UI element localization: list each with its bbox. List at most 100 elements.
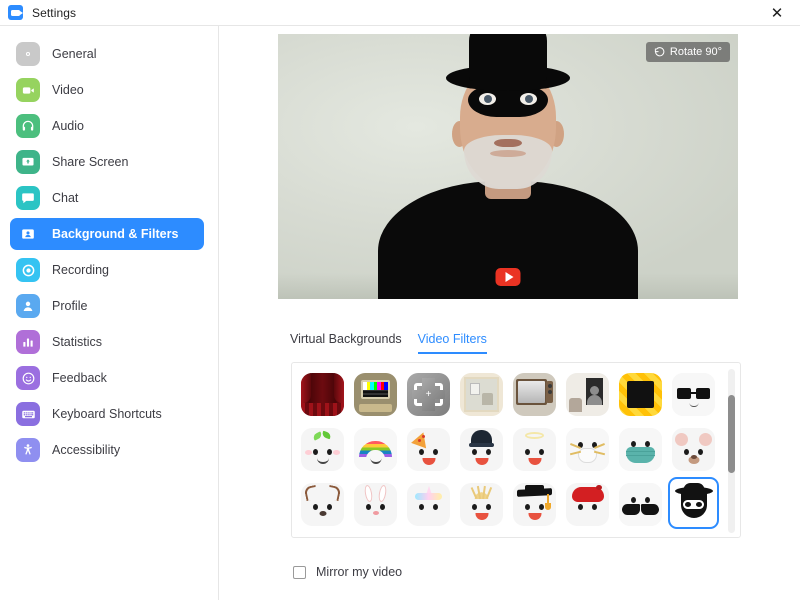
sidebar-item-keyboard-shortcuts[interactable]: Keyboard Shortcuts bbox=[10, 398, 204, 430]
filter-tile-mouse[interactable] bbox=[668, 422, 719, 477]
filter-tile-theater-curtains[interactable] bbox=[297, 367, 348, 422]
filter-tile-sunglasses[interactable] bbox=[668, 367, 719, 422]
wheat-icon bbox=[460, 483, 503, 526]
sidebar-item-general[interactable]: General bbox=[10, 38, 204, 70]
sidebar-item-chat[interactable]: Chat bbox=[10, 182, 204, 214]
gear-icon bbox=[16, 42, 40, 66]
filter-tile-filter-28[interactable] bbox=[456, 532, 507, 537]
filter-tile-unicorn[interactable] bbox=[403, 477, 454, 532]
filter-tile-focus-frame[interactable]: + bbox=[403, 367, 454, 422]
sidebar-item-feedback[interactable]: Feedback bbox=[10, 362, 204, 394]
filter-tile-mustache[interactable] bbox=[615, 477, 666, 532]
filter-tile-rainbow[interactable] bbox=[350, 422, 401, 477]
retro-tv-icon bbox=[354, 373, 397, 416]
filter-tile-retro-tv[interactable] bbox=[350, 367, 401, 422]
pizza-icon bbox=[407, 428, 450, 471]
filter-tile-emoji-frame[interactable] bbox=[615, 367, 666, 422]
person-frame-icon bbox=[16, 222, 40, 246]
video-preview[interactable]: Rotate 90° bbox=[278, 34, 738, 299]
rabbit-icon bbox=[354, 483, 397, 526]
record-circle-icon bbox=[16, 258, 40, 282]
mouse-icon bbox=[672, 428, 715, 471]
sidebar-item-audio[interactable]: Audio bbox=[10, 110, 204, 142]
sprout-icon bbox=[301, 428, 344, 471]
filter-tile-filter-30[interactable] bbox=[562, 532, 613, 537]
filter-tile-filter-29[interactable] bbox=[509, 532, 560, 537]
filter-tile-filter-27[interactable] bbox=[403, 532, 454, 537]
grad-cap-icon bbox=[513, 483, 556, 526]
reindeer-icon bbox=[301, 483, 344, 526]
sidebar-item-video[interactable]: Video bbox=[10, 74, 204, 106]
filter-tile-pizza[interactable] bbox=[403, 422, 454, 477]
sidebar-item-label: Accessibility bbox=[52, 443, 121, 457]
focus-frame-icon: + bbox=[407, 373, 450, 416]
tab-virtual-backgrounds[interactable]: Virtual Backgrounds bbox=[290, 332, 402, 354]
sidebar-item-label: General bbox=[52, 47, 97, 61]
person-mouth bbox=[494, 139, 522, 147]
filter-tile-bandit[interactable] bbox=[668, 477, 719, 529]
sidebar-item-statistics[interactable]: Statistics bbox=[10, 326, 204, 358]
title-bar: Settings ✕ bbox=[0, 0, 800, 25]
filter-tile-graduation-cap[interactable] bbox=[509, 477, 560, 532]
sidebar-item-accessibility[interactable]: Accessibility bbox=[10, 434, 204, 466]
smiley-icon bbox=[16, 366, 40, 390]
zoom-video-icon bbox=[8, 5, 23, 20]
sidebar-item-label: Audio bbox=[52, 119, 84, 133]
camera-icon bbox=[16, 78, 40, 102]
rotate-90-button[interactable]: Rotate 90° bbox=[645, 42, 730, 62]
filter-tile-respirator-mask[interactable] bbox=[562, 422, 613, 477]
mustache-icon bbox=[619, 483, 662, 526]
filter-tile-picture-frame[interactable] bbox=[456, 367, 507, 422]
bandit-icon bbox=[672, 481, 715, 525]
person-icon bbox=[16, 294, 40, 318]
filter-tile-filter-32[interactable] bbox=[668, 532, 719, 537]
video-filters-grid: + bbox=[297, 367, 721, 537]
mirror-my-video-row[interactable]: Mirror my video bbox=[293, 565, 402, 579]
mirror-my-video-checkbox[interactable] bbox=[293, 565, 306, 579]
surgical-mask-icon bbox=[619, 428, 662, 471]
accessibility-icon bbox=[16, 438, 40, 462]
sunglasses-icon bbox=[672, 373, 715, 416]
sidebar-item-label: Chat bbox=[52, 191, 79, 205]
sidebar-item-label: Share Screen bbox=[52, 155, 129, 169]
rainbow-icon bbox=[354, 428, 397, 471]
vintage-tv-icon bbox=[513, 373, 556, 416]
filter-tile-rabbit[interactable] bbox=[350, 477, 401, 532]
filter-tile-filter-25[interactable] bbox=[297, 532, 348, 537]
unicorn-icon bbox=[407, 483, 450, 526]
filter-tile-vintage-tv[interactable] bbox=[509, 367, 560, 422]
sidebar-item-label: Recording bbox=[52, 263, 109, 277]
beanie-icon bbox=[460, 428, 503, 471]
sidebar-item-recording[interactable]: Recording bbox=[10, 254, 204, 286]
sidebar-item-share-screen[interactable]: Share Screen bbox=[10, 146, 204, 178]
close-icon[interactable]: ✕ bbox=[754, 0, 800, 25]
share-screen-icon bbox=[16, 150, 40, 174]
window-title: Settings bbox=[32, 5, 77, 20]
filters-scrollbar[interactable] bbox=[728, 369, 735, 533]
fedora-crown-overlay bbox=[469, 34, 547, 81]
sidebar-item-label: Background & Filters bbox=[52, 227, 179, 241]
person-mouth-shadow bbox=[490, 150, 526, 157]
filter-tile-filter-26[interactable] bbox=[350, 532, 401, 537]
filters-scrollbar-thumb[interactable] bbox=[728, 395, 735, 473]
filter-tile-sprout[interactable] bbox=[297, 422, 348, 477]
tab-video-filters[interactable]: Video Filters bbox=[417, 332, 487, 354]
filter-tile-halo[interactable] bbox=[509, 422, 560, 477]
bar-chart-icon bbox=[16, 330, 40, 354]
halo-icon bbox=[513, 428, 556, 471]
rotate-90-label: Rotate 90° bbox=[669, 46, 722, 58]
filter-tile-reindeer[interactable] bbox=[297, 477, 348, 532]
filter-tile-beret[interactable] bbox=[562, 477, 613, 532]
sidebar-item-profile[interactable]: Profile bbox=[10, 290, 204, 322]
filter-tile-filter-31[interactable] bbox=[615, 532, 666, 537]
filter-tile-beanie[interactable] bbox=[456, 422, 507, 477]
filter-tile-gallery-wall[interactable] bbox=[562, 367, 613, 422]
chat-bubble-icon bbox=[16, 186, 40, 210]
filter-tile-surgical-mask[interactable] bbox=[615, 422, 666, 477]
beret-icon bbox=[566, 483, 609, 526]
sidebar-item-background-filters[interactable]: Background & Filters bbox=[10, 218, 204, 250]
filter-tile-wheat-crown[interactable] bbox=[456, 477, 507, 532]
keyboard-icon bbox=[16, 402, 40, 426]
video-filters-panel: + bbox=[291, 362, 741, 538]
gallery-wall-icon bbox=[566, 373, 609, 416]
